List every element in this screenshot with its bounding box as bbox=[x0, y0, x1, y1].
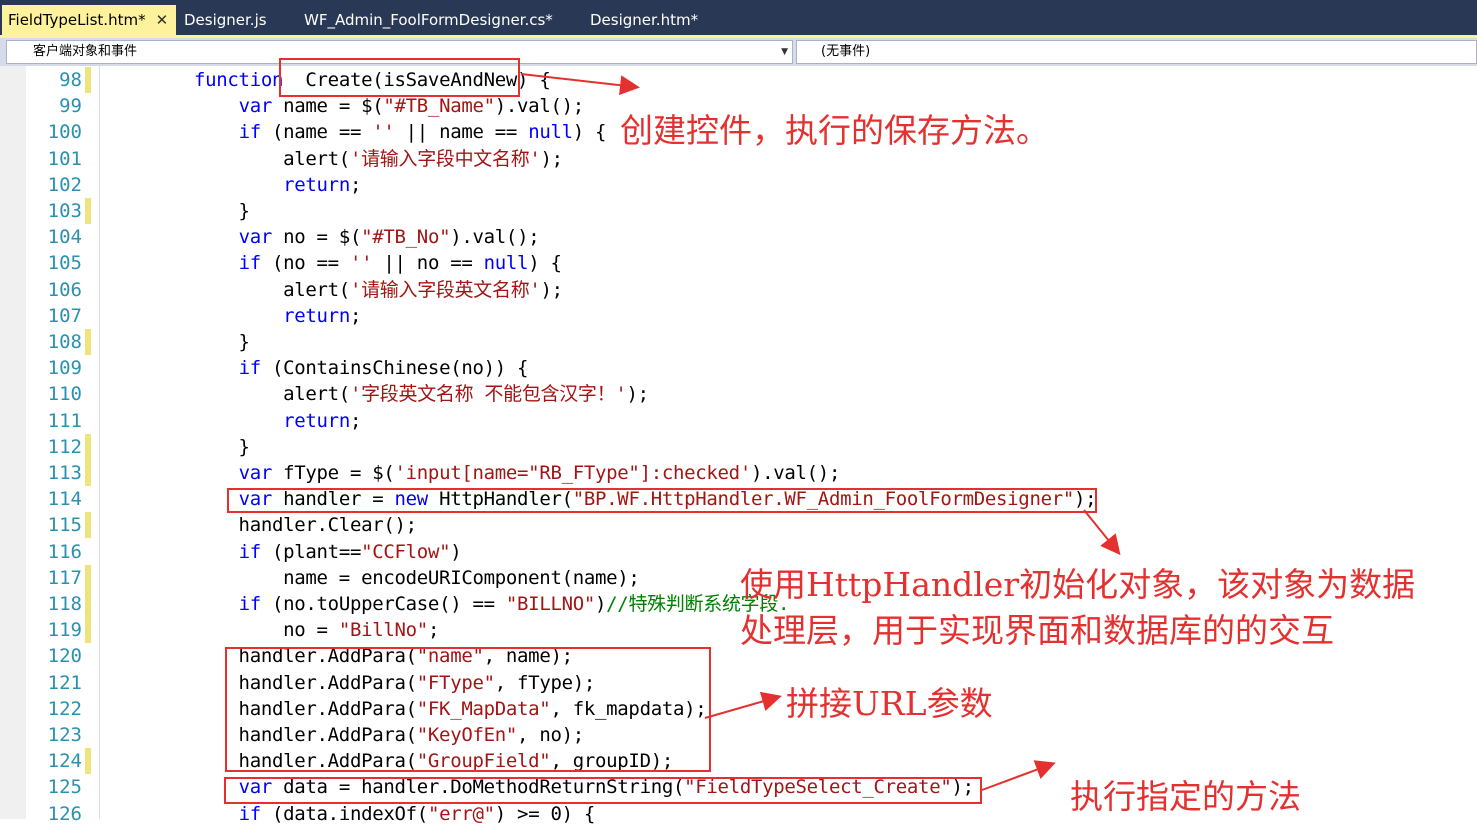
arrow-params bbox=[704, 691, 782, 719]
annotation-create: 创建控件，执行的保存方法。 bbox=[620, 111, 1049, 150]
annotation-handler-line1: 使用HttpHandler初始化对象，该对象为数据 bbox=[740, 565, 1416, 604]
annotation-handler-line2: 处理层，用于实现界面和数据库的的交互 bbox=[740, 611, 1334, 650]
annotation-method: 执行指定的方法 bbox=[1070, 777, 1301, 816]
arrow-method bbox=[981, 760, 1056, 791]
annotation-params: 拼接URL参数 bbox=[786, 684, 993, 723]
arrow-handler bbox=[1083, 509, 1121, 556]
arrow-create bbox=[520, 73, 640, 96]
